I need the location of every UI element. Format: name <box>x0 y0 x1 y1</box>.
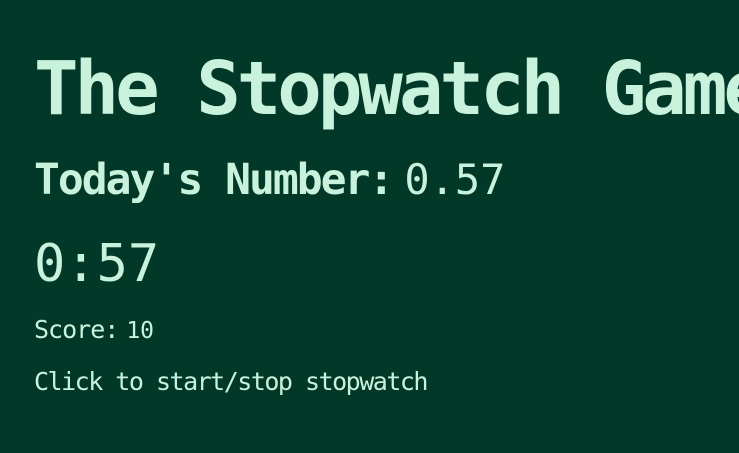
score: Score: 10 <box>34 313 154 351</box>
stopwatch-game[interactable]: The Stopwatch Game Today's Number: 0.57 … <box>34 0 739 453</box>
todays-number-value: 0.57 <box>404 155 506 204</box>
game-title: The Stopwatch Game <box>34 46 739 132</box>
todays-number: Today's Number: 0.57 <box>34 152 505 218</box>
instructions-text: Click to start/stop stopwatch <box>34 367 429 396</box>
todays-number-label: Today's Number: <box>34 155 394 205</box>
score-label: Score: <box>34 315 119 344</box>
score-value: 10 <box>126 318 155 344</box>
stopwatch-display[interactable]: 0:57 <box>34 233 159 295</box>
